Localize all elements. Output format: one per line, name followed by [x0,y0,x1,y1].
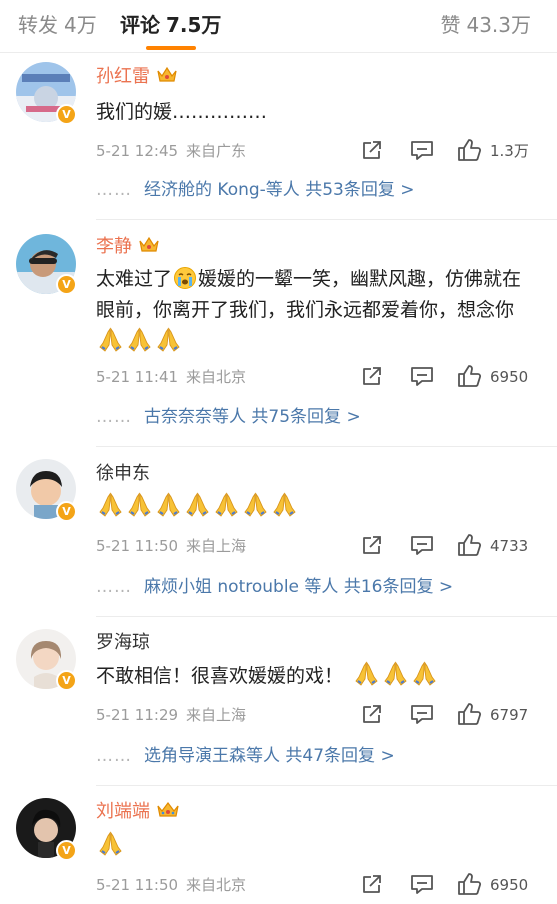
verified-v-icon: V [56,274,77,295]
comment-text [96,830,536,862]
comment-actions: 6797 [360,702,540,728]
comment-divider [96,219,557,220]
thumbs-up-icon[interactable] [456,872,482,898]
share-icon[interactable] [360,533,384,559]
crown-icon [157,66,177,82]
comment-location: 来自广东 [186,142,247,160]
tab-divider [0,52,557,53]
comment-icon[interactable] [409,138,435,164]
comment-meta: 5-21 11:29 来自上海 [96,705,246,725]
comment-time: 5-21 12:45 [96,142,179,160]
like-count: 6950 [490,368,529,386]
reply-summary-link[interactable]: …… 经济舱的 Kong-等人 共53条回复 > [96,178,415,202]
comment-location: 来自上海 [186,537,247,555]
pray-emoji [384,661,407,686]
verified-v-icon: V [56,501,77,522]
pray-emoji [413,661,436,686]
pray-emoji [157,327,180,352]
comment-time: 5-21 11:29 [96,706,179,724]
pray-emoji [99,492,122,517]
comment-icon[interactable] [409,533,435,559]
like-count: 4733 [490,537,529,555]
tab-like-label: 赞 [440,13,461,37]
thumbs-up-icon[interactable] [456,702,482,728]
commenter-name[interactable]: 李静 [96,235,160,259]
pray-emoji [215,492,238,517]
comment-text: 太难过了 媛媛的一颦一笑，幽默风趣，仿佛就在眼前，你离开了我们，我们永远都爱着你，… [96,264,536,358]
pray-emoji [355,661,378,686]
comment-divider [96,785,557,786]
comment-divider [96,446,557,447]
comment-meta: 5-21 11:50 来自北京 [96,875,246,895]
comment-meta: 5-21 11:50 来自上海 [96,536,246,556]
thumbs-up-icon[interactable] [456,533,482,559]
pray-emoji [157,492,180,517]
pray-emoji [273,492,296,517]
comment-actions: 1.3万 [360,138,540,164]
commenter-name[interactable]: 徐申东 [96,462,150,486]
tab-repost-count: 4万 [64,13,97,37]
comment-time: 5-21 11:50 [96,537,179,555]
comment-meta: 5-21 12:45 来自广东 [96,141,246,161]
comment-time: 5-21 11:50 [96,876,179,894]
reply-summary-link[interactable]: …… 选角导演王森等人 共47条回复 > [96,744,395,768]
comment-actions: 4733 [360,533,540,559]
reply-summary-link[interactable]: …… 麻烦小姐 notrouble 等人 共16条回复 > [96,575,453,599]
like-count: 1.3万 [490,142,529,160]
verified-v-icon: V [56,104,77,125]
comment-text [96,491,536,523]
tab-comment-label: 评论 [120,13,160,37]
tab-like[interactable]: 赞 43.3万 [440,11,531,39]
tab-like-count: 43.3万 [466,13,531,37]
comment-meta: 5-21 11:41 来自北京 [96,367,246,387]
like-count: 6797 [490,706,529,724]
pray-emoji [128,327,151,352]
tab-repost[interactable]: 转发 4万 [18,11,97,39]
share-icon[interactable] [360,872,384,898]
tab-comment-count: 7.5万 [166,13,222,37]
share-icon[interactable] [360,364,384,390]
pray-emoji [99,831,122,856]
comment-icon[interactable] [409,872,435,898]
comment-location: 来自北京 [186,368,247,386]
comment-location: 来自上海 [186,706,247,724]
share-icon[interactable] [360,702,384,728]
crown-icon [139,236,159,252]
pray-emoji [128,492,151,517]
comment-actions: 6950 [360,364,540,390]
comment-icon[interactable] [409,364,435,390]
verified-v-icon: V [56,670,77,691]
crown-icon [157,802,179,817]
pray-emoji [244,492,267,517]
tab-comment[interactable]: 评论 7.5万 [120,11,221,39]
commenter-name[interactable]: 刘端端 [96,800,180,824]
comment-text: 不敢相信！很喜欢媛媛的戏！ [96,660,536,692]
thumbs-up-icon[interactable] [456,138,482,164]
tab-active-indicator [146,46,196,50]
comment-time: 5-21 11:41 [96,368,179,386]
commenter-name[interactable]: 罗海琼 [96,631,150,655]
pray-emoji [186,492,209,517]
commenter-name[interactable]: 孙红雷 [96,65,178,89]
tab-repost-label: 转发 [18,13,58,37]
comment-icon[interactable] [409,702,435,728]
verified-v-icon: V [56,840,77,861]
tab-bar: 转发 4万 评论 7.5万 赞 43.3万 [0,0,557,52]
pray-emoji [99,327,122,352]
comment-divider [96,616,557,617]
comment-actions: 6950 [360,872,540,898]
comment-location: 来自北京 [186,876,247,894]
thumbs-up-icon[interactable] [456,364,482,390]
comment-text: 我们的媛…………… [96,101,268,123]
reply-summary-link[interactable]: …… 古奈奈奈等人 共75条回复 > [96,405,361,429]
like-count: 6950 [490,876,529,894]
crying-emoji [174,267,197,289]
share-icon[interactable] [360,138,384,164]
